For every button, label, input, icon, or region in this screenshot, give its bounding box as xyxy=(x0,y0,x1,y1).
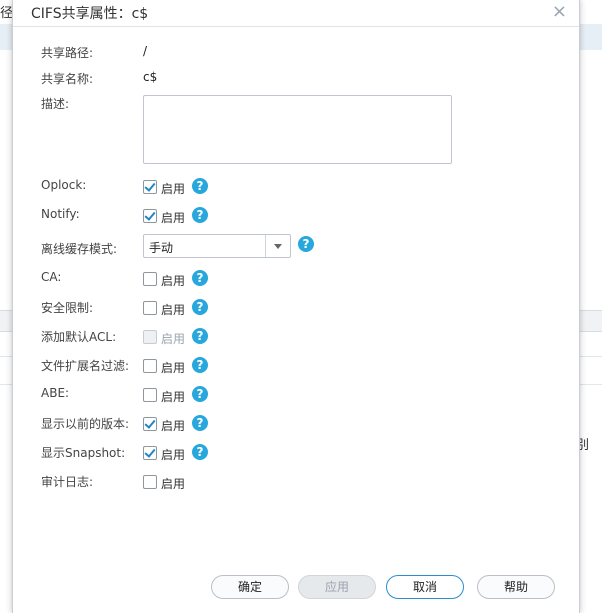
close-icon[interactable]: × xyxy=(552,2,567,22)
previous-versions-enable-label[interactable]: 启用 xyxy=(161,417,185,434)
show-snapshot-enable-label[interactable]: 启用 xyxy=(161,446,185,463)
file-ext-filter-checkbox[interactable] xyxy=(143,359,157,373)
ok-button[interactable]: 确定 xyxy=(211,575,289,599)
select-divider xyxy=(265,235,266,257)
help-icon[interactable]: ? xyxy=(192,178,208,194)
audit-log-label: 审计日志: xyxy=(41,475,94,489)
default-acl-checkbox xyxy=(143,330,157,344)
dialog-header: CIFS共享属性：c$ × xyxy=(13,0,579,27)
help-icon[interactable]: ? xyxy=(192,357,208,373)
share-name-label: 共享名称: xyxy=(41,72,94,86)
offline-cache-select[interactable]: 手动 xyxy=(143,234,291,258)
show-snapshot-label: 显示Snapshot: xyxy=(41,446,126,460)
help-icon[interactable]: ? xyxy=(192,415,208,431)
previous-versions-checkbox[interactable] xyxy=(143,417,157,431)
security-limit-checkbox[interactable] xyxy=(143,301,157,315)
help-icon[interactable]: ? xyxy=(192,207,208,223)
oplock-enable-label[interactable]: 启用 xyxy=(161,180,185,197)
dialog-title: CIFS共享属性：c$ xyxy=(31,6,149,22)
notify-label: Notify: xyxy=(41,207,80,221)
abe-label: ABE: xyxy=(41,386,70,400)
description-label: 描述: xyxy=(41,97,70,111)
chevron-down-icon[interactable] xyxy=(274,244,282,249)
security-limit-label: 安全限制: xyxy=(41,301,94,315)
notify-enable-label[interactable]: 启用 xyxy=(161,209,185,226)
share-path-value: / xyxy=(143,44,148,58)
ca-checkbox[interactable] xyxy=(143,272,157,286)
offline-cache-label: 离线缓存模式: xyxy=(41,242,118,256)
ca-label: CA: xyxy=(41,270,62,284)
abe-enable-label[interactable]: 启用 xyxy=(161,388,185,405)
help-button[interactable]: 帮助 xyxy=(477,575,555,599)
file-ext-filter-enable-label[interactable]: 启用 xyxy=(161,359,185,376)
audit-log-checkbox[interactable] xyxy=(143,475,157,489)
apply-button: 应用 xyxy=(298,575,376,599)
share-name-value: c$ xyxy=(143,70,158,84)
oplock-checkbox[interactable] xyxy=(143,180,157,194)
audit-log-enable-label[interactable]: 启用 xyxy=(161,475,185,492)
help-icon[interactable]: ? xyxy=(192,444,208,460)
help-icon[interactable]: ? xyxy=(192,299,208,315)
offline-cache-selected-value: 手动 xyxy=(149,241,174,255)
help-icon[interactable]: ? xyxy=(298,236,314,252)
cifs-share-properties-dialog: CIFS共享属性：c$ × 共享路径: / 共享名称: c$ 描述: Oploc… xyxy=(12,0,580,613)
show-snapshot-checkbox[interactable] xyxy=(143,446,157,460)
help-icon[interactable]: ? xyxy=(192,386,208,402)
file-ext-filter-label: 文件扩展名过滤: xyxy=(41,359,130,373)
cancel-button[interactable]: 取消 xyxy=(386,575,464,599)
share-path-label: 共享路径: xyxy=(41,46,94,60)
help-icon[interactable]: ? xyxy=(192,328,208,344)
default-acl-label: 添加默认ACL: xyxy=(41,330,117,344)
ca-enable-label[interactable]: 启用 xyxy=(161,272,185,289)
previous-versions-label: 显示以前的版本: xyxy=(41,417,130,431)
oplock-label: Oplock: xyxy=(41,178,87,192)
default-acl-enable-label: 启用 xyxy=(161,332,186,346)
security-limit-enable-label[interactable]: 启用 xyxy=(161,301,185,318)
abe-checkbox[interactable] xyxy=(143,388,157,402)
description-input[interactable] xyxy=(143,95,452,164)
notify-checkbox[interactable] xyxy=(143,209,157,223)
help-icon[interactable]: ? xyxy=(192,270,208,286)
